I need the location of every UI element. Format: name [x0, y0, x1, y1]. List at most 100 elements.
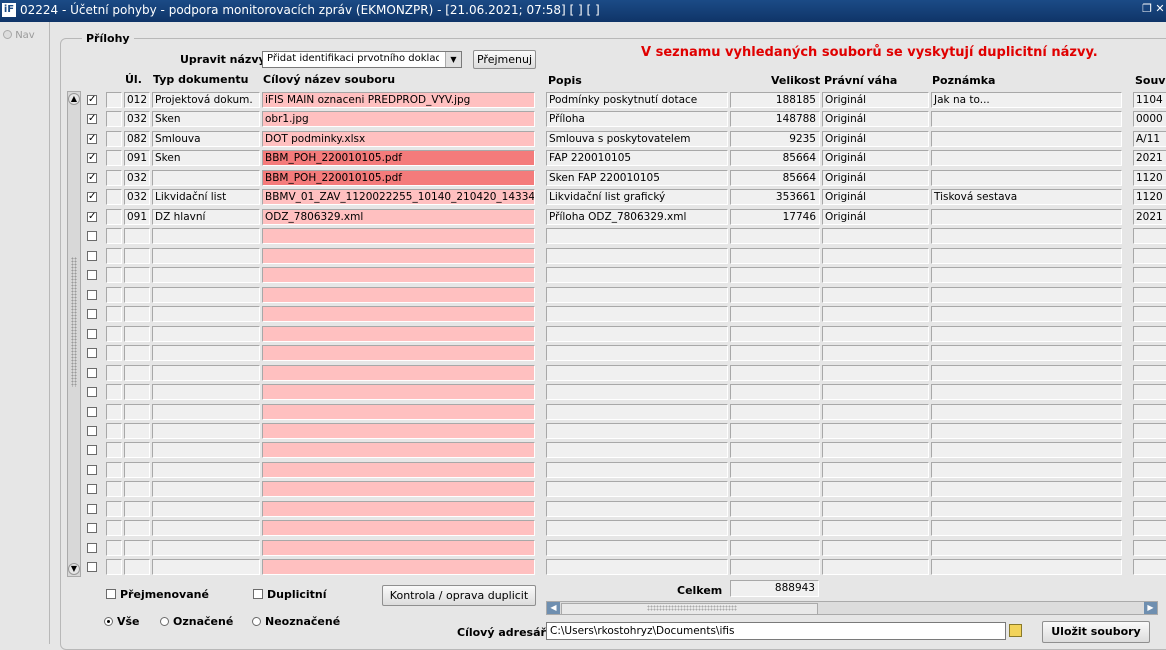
cell-popis[interactable] — [546, 462, 728, 478]
cell-cil[interactable] — [262, 228, 535, 244]
cell-souv[interactable]: 2021 — [1133, 150, 1166, 166]
cell-souv[interactable] — [1133, 326, 1166, 342]
cell-typ[interactable]: Sken — [152, 150, 260, 166]
cell-cil[interactable]: iFIS MAIN oznaceni PREDPROD_VYV.jpg — [262, 92, 535, 108]
cell-velikost[interactable] — [730, 267, 820, 283]
row-checkbox[interactable] — [87, 445, 97, 455]
rename-button[interactable]: Přejmenuj — [473, 50, 536, 69]
cell-poznamka[interactable] — [931, 520, 1122, 536]
cell-popis[interactable] — [546, 559, 728, 575]
cell-pravni[interactable] — [822, 365, 929, 381]
cell-poznamka[interactable] — [931, 365, 1122, 381]
cell-ul[interactable] — [124, 326, 150, 342]
cell-ul[interactable] — [124, 520, 150, 536]
cell-typ[interactable] — [152, 170, 260, 186]
cell-pravni[interactable]: Originál — [822, 131, 929, 147]
cell-popis[interactable]: Smlouva s poskytovatelem — [546, 131, 728, 147]
row-checkbox[interactable] — [87, 543, 97, 553]
cell-ul[interactable]: 091 — [124, 150, 150, 166]
cell-typ[interactable]: DZ hlavní — [152, 209, 260, 225]
cell-ul[interactable]: 012 — [124, 92, 150, 108]
cell-poznamka[interactable] — [931, 481, 1122, 497]
cell-souv[interactable] — [1133, 481, 1166, 497]
cell-typ[interactable] — [152, 559, 260, 575]
cell-popis[interactable]: FAP 220010105 — [546, 150, 728, 166]
cell-ul[interactable] — [124, 404, 150, 420]
cell-popis[interactable]: Příloha ODZ_7806329.xml — [546, 209, 728, 225]
cell-souv[interactable] — [1133, 442, 1166, 458]
cell-popis[interactable]: Sken FAP 220010105 — [546, 170, 728, 186]
cell-flag[interactable] — [106, 287, 122, 303]
cell-souv[interactable] — [1133, 384, 1166, 400]
cell-pravni[interactable] — [822, 462, 929, 478]
cell-poznamka[interactable] — [931, 501, 1122, 517]
cell-popis[interactable] — [546, 384, 728, 400]
cell-souv[interactable] — [1133, 423, 1166, 439]
cell-velikost[interactable] — [730, 520, 820, 536]
cell-poznamka[interactable] — [931, 423, 1122, 439]
row-checkbox[interactable] — [87, 523, 97, 533]
cell-popis[interactable] — [546, 267, 728, 283]
cell-flag[interactable] — [106, 365, 122, 381]
cell-poznamka[interactable] — [931, 462, 1122, 478]
cell-ul[interactable] — [124, 267, 150, 283]
cell-souv[interactable]: 2021 — [1133, 209, 1166, 225]
row-checkbox[interactable] — [87, 270, 97, 280]
cell-ul[interactable] — [124, 384, 150, 400]
cell-ul[interactable] — [124, 306, 150, 322]
cell-typ[interactable] — [152, 345, 260, 361]
cell-flag[interactable] — [106, 462, 122, 478]
row-checkbox[interactable]: ✓ — [87, 114, 97, 124]
rename-select[interactable]: Přidat identifikaci prvotního dokladu ▼ — [262, 51, 462, 68]
cell-poznamka[interactable] — [931, 287, 1122, 303]
cell-pravni[interactable]: Originál — [822, 111, 929, 127]
scroll-right-icon[interactable]: ▶ — [1144, 602, 1157, 614]
cell-pravni[interactable] — [822, 287, 929, 303]
row-checkbox[interactable] — [87, 504, 97, 514]
cell-velikost[interactable]: 85664 — [730, 150, 820, 166]
cell-souv[interactable] — [1133, 267, 1166, 283]
row-checkbox[interactable] — [87, 407, 97, 417]
cell-pravni[interactable] — [822, 248, 929, 264]
cell-flag[interactable] — [106, 520, 122, 536]
restore-icon[interactable]: ❐ — [1141, 3, 1153, 15]
cell-typ[interactable]: Sken — [152, 111, 260, 127]
cell-popis[interactable] — [546, 520, 728, 536]
cell-poznamka[interactable]: Jak na to... — [931, 92, 1122, 108]
cell-souv[interactable] — [1133, 501, 1166, 517]
cell-ul[interactable]: 082 — [124, 131, 150, 147]
cell-poznamka[interactable] — [931, 111, 1122, 127]
cell-popis[interactable] — [546, 326, 728, 342]
cell-cil[interactable] — [262, 345, 535, 361]
cell-souv[interactable] — [1133, 559, 1166, 575]
cell-ul[interactable] — [124, 540, 150, 556]
cell-ul[interactable] — [124, 481, 150, 497]
cell-popis[interactable] — [546, 501, 728, 517]
cell-pravni[interactable] — [822, 404, 929, 420]
row-checkbox[interactable]: ✓ — [87, 173, 97, 183]
cell-flag[interactable] — [106, 170, 122, 186]
cell-pravni[interactable] — [822, 501, 929, 517]
cell-poznamka[interactable] — [931, 150, 1122, 166]
cell-cil[interactable]: BBMV_01_ZAV_1120022255_10140_210420_1433… — [262, 189, 535, 205]
cell-popis[interactable] — [546, 404, 728, 420]
cell-velikost[interactable]: 353661 — [730, 189, 820, 205]
kontrola-button[interactable]: Kontrola / oprava duplicit — [382, 585, 536, 606]
cell-popis[interactable] — [546, 248, 728, 264]
cell-pravni[interactable]: Originál — [822, 92, 929, 108]
cell-velikost[interactable] — [730, 442, 820, 458]
cell-velikost[interactable] — [730, 345, 820, 361]
cell-flag[interactable] — [106, 306, 122, 322]
cell-velikost[interactable] — [730, 501, 820, 517]
row-checkbox[interactable] — [87, 329, 97, 339]
cell-velikost[interactable]: 148788 — [730, 111, 820, 127]
cell-pravni[interactable] — [822, 306, 929, 322]
cell-souv[interactable] — [1133, 287, 1166, 303]
cell-cil[interactable] — [262, 442, 535, 458]
cell-velikost[interactable] — [730, 540, 820, 556]
cell-popis[interactable] — [546, 481, 728, 497]
cell-souv[interactable] — [1133, 404, 1166, 420]
cell-velikost[interactable]: 188185 — [730, 92, 820, 108]
cell-typ[interactable] — [152, 442, 260, 458]
cell-cil[interactable] — [262, 306, 535, 322]
